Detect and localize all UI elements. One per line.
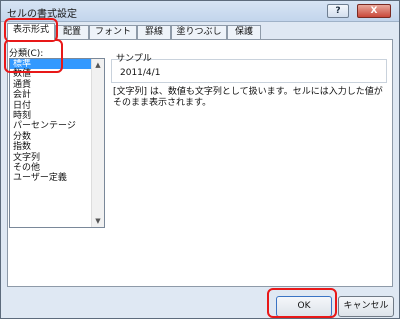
category-item-time[interactable]: 時刻	[10, 111, 104, 121]
category-item-date[interactable]: 日付	[10, 101, 104, 111]
sample-label: サンプル	[116, 54, 152, 64]
scroll-down-icon[interactable]: ▼	[93, 216, 103, 226]
tab-border[interactable]: 罫線	[137, 25, 171, 39]
category-item-special[interactable]: その他	[10, 163, 104, 173]
category-item-scientific[interactable]: 指数	[10, 142, 104, 152]
category-item-text[interactable]: 文字列	[10, 153, 104, 163]
window-title: セルの書式設定	[7, 9, 77, 20]
format-description: [文字列] は、数値も文字列として扱います。セルには入力した値がそのまま表示され…	[113, 87, 383, 108]
sample-value: 2011/4/1	[120, 68, 161, 78]
tab-fill[interactable]: 塗りつぶし	[171, 25, 227, 39]
ok-button[interactable]: OK	[276, 296, 332, 317]
category-item-number[interactable]: 数値	[10, 69, 104, 79]
category-item-currency[interactable]: 通貨	[10, 80, 104, 90]
format-cells-dialog: セルの書式設定 ? X 表示形式 配置 フォント 罫線 塗りつぶし 保護 分類(…	[0, 0, 400, 319]
category-item-fraction[interactable]: 分数	[10, 132, 104, 142]
scroll-up-icon[interactable]: ▲	[93, 60, 103, 70]
category-item-accounting[interactable]: 会計	[10, 90, 104, 100]
tab-alignment[interactable]: 配置	[55, 25, 89, 39]
category-item-percentage[interactable]: パーセンテージ	[10, 121, 104, 131]
cancel-button[interactable]: キャンセル	[338, 296, 394, 317]
category-list[interactable]: 標準 数値 通貨 会計 日付 時刻 パーセンテージ 分数 指数 文字列 その他 …	[9, 58, 105, 228]
tab-protection[interactable]: 保護	[227, 25, 261, 39]
tab-number-format[interactable]: 表示形式	[7, 23, 55, 40]
close-button[interactable]: X	[357, 4, 391, 18]
category-scrollbar[interactable]: ▲ ▼	[91, 59, 104, 227]
category-item-custom[interactable]: ユーザー定義	[10, 173, 104, 183]
tab-font[interactable]: フォント	[89, 25, 137, 39]
help-button[interactable]: ?	[327, 4, 349, 18]
title-bar: セルの書式設定 ? X	[1, 1, 399, 22]
category-item-general[interactable]: 標準	[10, 59, 104, 70]
